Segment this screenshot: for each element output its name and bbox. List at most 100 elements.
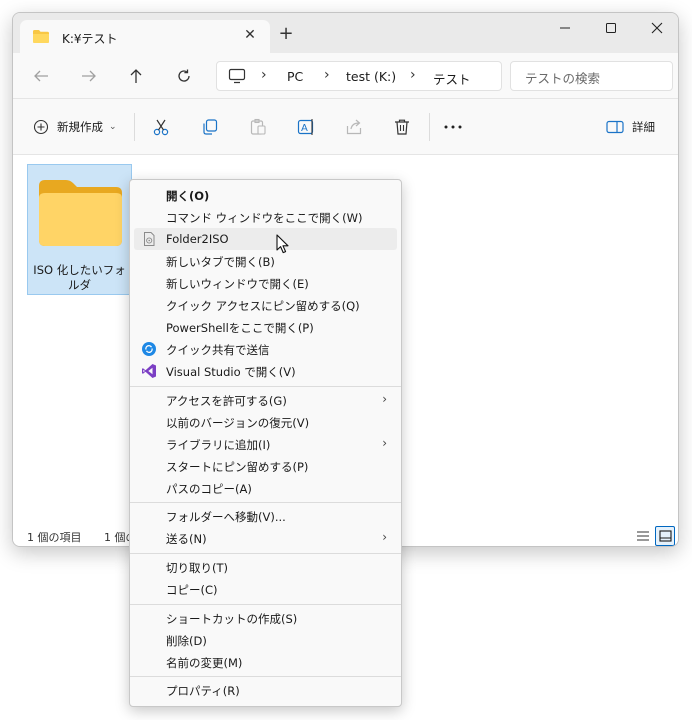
breadcrumb-folder[interactable]: テスト — [433, 69, 471, 88]
menu-item-folder2iso[interactable]: Folder2ISO — [134, 228, 397, 250]
menu-item-label: クイック アクセスにピン留めする(Q) — [166, 299, 360, 313]
more-options-icon[interactable] — [443, 116, 463, 138]
chevron-right-icon: › — [261, 67, 267, 83]
command-bar: 新規作成 ⌄ A 詳細 — [13, 99, 678, 155]
menu-item-label: アクセスを許可する(G) — [166, 394, 287, 408]
large-folder-icon — [39, 180, 122, 246]
menu-divider — [130, 604, 401, 605]
svg-text:A: A — [301, 123, 308, 134]
chevron-right-icon: › — [382, 392, 387, 406]
new-button-label: 新規作成 — [57, 120, 103, 134]
monitor-icon — [228, 68, 246, 87]
breadcrumb-drive[interactable]: test (K:) — [346, 69, 396, 84]
menu-item-open-command-window[interactable]: コマンド ウィンドウをここで開く(W) — [134, 206, 397, 228]
new-tab-icon[interactable]: + — [276, 25, 296, 43]
document-icon — [141, 231, 157, 247]
title-bar: K:¥テスト ✕ + — [13, 13, 678, 54]
menu-item-label: フォルダーへ移動(V)... — [166, 510, 286, 524]
details-pane-button[interactable]: 詳細 — [606, 116, 655, 138]
menu-item-label: プロパティ(R) — [166, 684, 240, 698]
menu-item-include-in-library[interactable]: ライブラリに追加(I) › — [134, 433, 397, 455]
menu-item-label: パスのコピー(A) — [166, 482, 252, 496]
menu-item-open-powershell[interactable]: PowerShellをここで開く(P) — [134, 316, 397, 338]
menu-item-label: スタートにピン留めする(P) — [166, 460, 309, 474]
menu-item-create-shortcut[interactable]: ショートカットの作成(S) — [134, 607, 397, 629]
tiles-view-icon[interactable] — [655, 526, 675, 546]
menu-item-open-visual-studio[interactable]: Visual Studio で開く(V) — [134, 360, 397, 382]
folder-name: ISO 化したいフォルダ — [33, 263, 126, 292]
menu-item-label: Folder2ISO — [166, 232, 229, 246]
menu-divider — [130, 553, 401, 554]
menu-divider — [130, 676, 401, 677]
item-count: 1 個の項目 — [27, 531, 82, 544]
tab-current[interactable]: K:¥テスト ✕ — [20, 20, 270, 54]
address-input[interactable]: › PC › test (K:) › テスト — [216, 61, 502, 91]
menu-item-label: 開く(O) — [166, 189, 210, 203]
close-window-icon[interactable] — [634, 13, 678, 43]
menu-item-rename[interactable]: 名前の変更(M) — [134, 651, 397, 673]
menu-item-label: コマンド ウィンドウをここで開く(W) — [166, 211, 363, 225]
maximize-icon[interactable] — [588, 13, 634, 43]
delete-icon[interactable] — [393, 116, 411, 138]
mouse-cursor-icon — [276, 234, 289, 254]
chevron-right-icon: › — [382, 530, 387, 544]
menu-item-label: クイック共有で送信 — [166, 343, 270, 357]
menu-item-copy[interactable]: コピー(C) — [134, 578, 397, 600]
chevron-down-icon: ⌄ — [109, 122, 117, 132]
menu-divider — [130, 386, 401, 387]
menu-item-open[interactable]: 開く(O) — [134, 184, 397, 206]
chevron-right-icon: › — [382, 436, 387, 450]
address-bar-row: › PC › test (K:) › テスト テストの検索 — [13, 53, 678, 99]
visual-studio-icon — [141, 363, 157, 379]
cut-icon[interactable] — [152, 116, 170, 138]
close-tab-icon[interactable]: ✕ — [242, 27, 258, 43]
menu-item-open-new-window[interactable]: 新しいウィンドウで開く(E) — [134, 272, 397, 294]
menu-item-label: 送る(N) — [166, 532, 207, 546]
rename-icon[interactable]: A — [297, 116, 317, 138]
toolbar-divider — [134, 113, 135, 141]
menu-item-properties[interactable]: プロパティ(R) — [134, 679, 397, 701]
back-arrow-icon[interactable] — [29, 66, 53, 86]
chevron-right-icon: › — [410, 67, 416, 83]
folder-icon — [32, 29, 50, 47]
menu-item-copy-path[interactable]: パスのコピー(A) — [134, 477, 397, 499]
tab-title: K:¥テスト — [62, 32, 118, 46]
menu-item-move-to-folder[interactable]: フォルダーへ移動(V)... — [134, 505, 397, 527]
minimize-icon[interactable] — [542, 13, 588, 43]
menu-item-label: 削除(D) — [166, 634, 207, 648]
menu-item-label: ショートカットの作成(S) — [166, 612, 298, 626]
up-arrow-icon[interactable] — [124, 66, 148, 86]
chevron-right-icon: › — [324, 67, 330, 83]
menu-item-cut[interactable]: 切り取り(T) — [134, 556, 397, 578]
paste-icon[interactable] — [249, 116, 267, 138]
menu-item-label: 以前のバージョンの復元(V) — [166, 416, 310, 430]
menu-item-label: 新しいウィンドウで開く(E) — [166, 277, 309, 291]
menu-item-label: PowerShellをここで開く(P) — [166, 321, 314, 335]
menu-item-restore-previous-versions[interactable]: 以前のバージョンの復元(V) — [134, 411, 397, 433]
menu-item-label: 新しいタブで開く(B) — [166, 255, 275, 269]
list-view-icon[interactable] — [633, 526, 653, 546]
breadcrumb-pc[interactable]: PC — [287, 69, 303, 84]
menu-item-label: コピー(C) — [166, 583, 218, 597]
menu-item-give-access[interactable]: アクセスを許可する(G) › — [134, 389, 397, 411]
forward-arrow-icon[interactable] — [77, 66, 101, 86]
menu-item-label: 名前の変更(M) — [166, 656, 243, 670]
copy-icon[interactable] — [201, 116, 219, 138]
menu-item-pin-quick-access[interactable]: クイック アクセスにピン留めする(Q) — [134, 294, 397, 316]
context-menu: 開く(O) コマンド ウィンドウをここで開く(W) Folder2ISO 新しい… — [129, 179, 402, 707]
menu-item-open-new-tab[interactable]: 新しいタブで開く(B) — [134, 250, 397, 272]
new-button[interactable]: 新規作成 ⌄ — [33, 116, 117, 138]
share-icon[interactable] — [345, 116, 363, 138]
menu-item-quick-share[interactable]: クイック共有で送信 — [134, 338, 397, 360]
menu-item-label: ライブラリに追加(I) — [166, 438, 271, 452]
refresh-icon[interactable] — [172, 66, 196, 86]
toolbar-divider — [429, 113, 430, 141]
menu-item-delete[interactable]: 削除(D) — [134, 629, 397, 651]
menu-item-send-to[interactable]: 送る(N) › — [134, 527, 397, 549]
quick-share-icon — [141, 341, 157, 357]
menu-item-pin-to-start[interactable]: スタートにピン留めする(P) — [134, 455, 397, 477]
search-input[interactable]: テストの検索 — [510, 61, 673, 91]
menu-divider — [130, 502, 401, 503]
folder-item[interactable]: ISO 化したいフォルダ — [27, 164, 132, 295]
plus-circle-icon — [33, 119, 49, 135]
